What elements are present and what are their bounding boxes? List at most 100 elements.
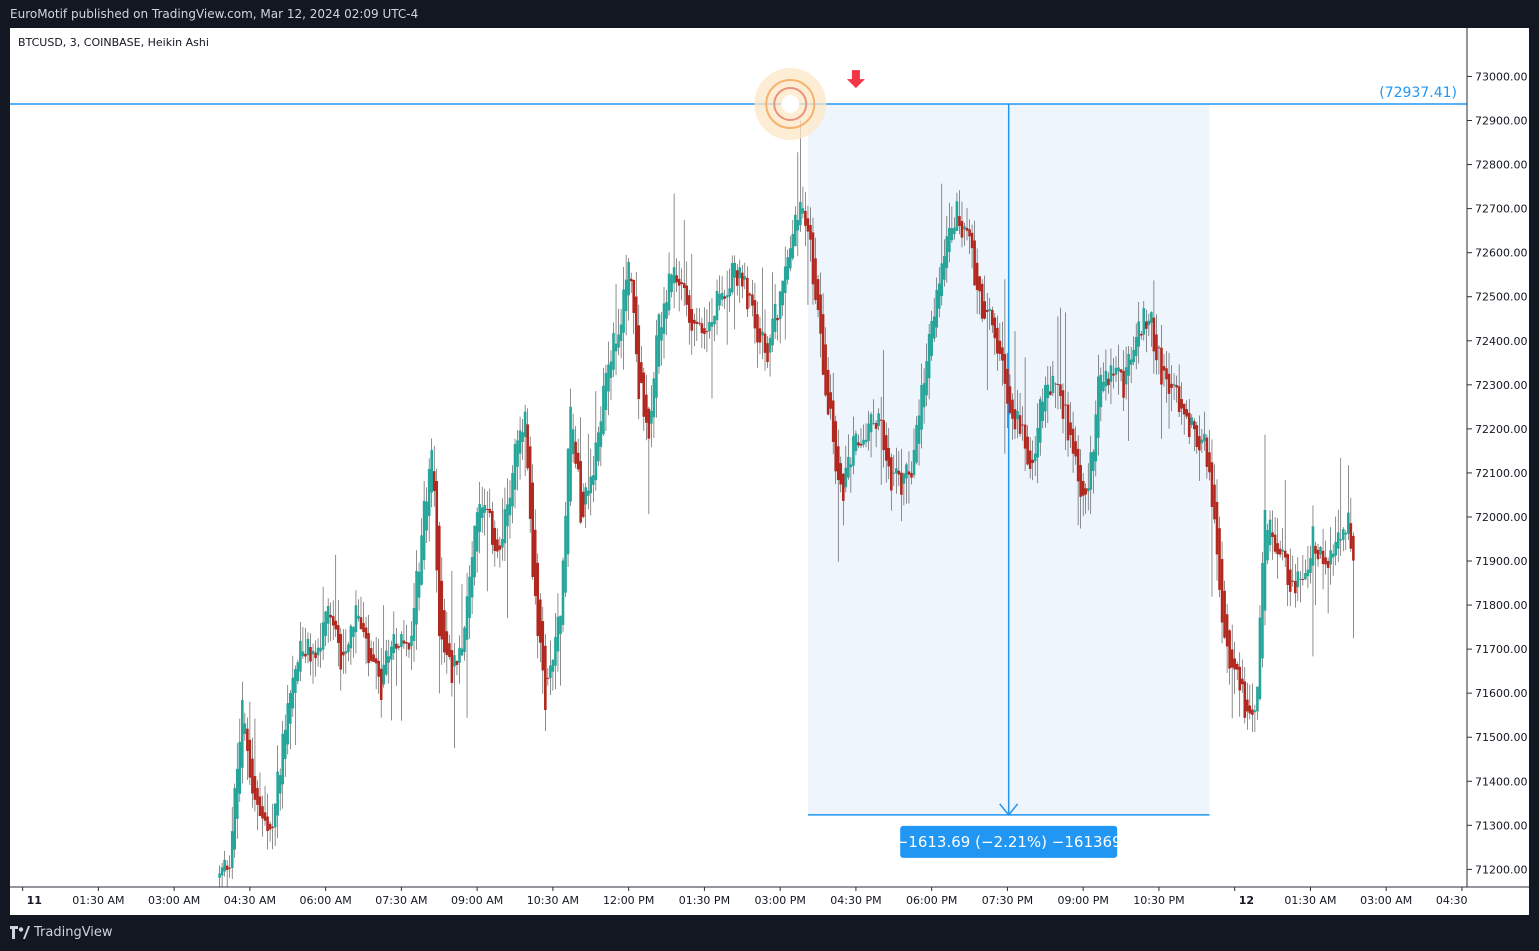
candle-body [1026,436,1029,465]
candle-body [516,440,519,467]
candle-body [884,435,888,461]
time-tick-label: 03:00 AM [1360,894,1412,907]
candle-body [920,384,923,430]
candle-body [407,642,411,650]
candle-body [432,471,436,491]
candle-body [288,693,292,724]
candle-body [945,236,949,268]
candle-body [263,812,267,821]
candle-body [427,469,431,517]
candle-body [1349,523,1353,549]
candle-body [1001,347,1004,361]
candle-body [574,441,577,464]
candle-body [397,646,401,648]
candle-body [387,656,391,663]
candle-body [844,467,848,488]
candle-body [273,803,277,828]
candle-body [955,201,959,231]
candle-body [887,447,891,467]
candle-body [1016,411,1019,420]
candle-body [940,263,944,297]
candle-body [1074,441,1077,457]
candle-body [1281,549,1284,552]
candle-body [864,439,868,443]
candle-body [968,229,971,237]
candle-body [415,570,418,625]
candle-body [680,282,683,284]
candle-body [445,631,449,656]
candle-body [1182,403,1186,415]
candle-body [513,443,517,490]
candle-body [1160,347,1163,385]
candle-body [685,285,689,305]
candle-body [1003,353,1007,384]
candle-body [1334,541,1337,556]
candle-body [1203,433,1206,442]
candle-body [412,607,416,641]
candle-body [857,442,860,446]
price-chart[interactable]: (72937.41) −1613.69 (−2.21%) −161369 BTCUS… [10,28,1529,915]
candle-body [602,385,605,435]
candle-body [1127,353,1130,376]
candle-body [523,411,527,438]
candle-body [988,308,992,311]
time-tick-label: 06:00 PM [906,894,957,907]
candle-body [233,788,237,850]
candle-body [814,258,817,300]
candle-body [347,644,350,653]
candle-body [1051,375,1055,394]
candle-body [458,647,461,663]
publish-info: EuroMotif published on TradingView.com, … [10,7,419,21]
candle-body [690,309,694,331]
candle-body [362,623,365,633]
candle-body [1008,386,1012,413]
candle-body [271,826,274,829]
candle-body [978,276,981,292]
candle-body [751,294,754,306]
candle-body [950,228,954,240]
candle-body [632,279,636,313]
candle-body [1076,448,1080,482]
candle-body [705,331,709,333]
candle-body [1316,549,1320,560]
price-tick-label: 72500.00 [1475,291,1528,304]
candle-body [794,214,797,247]
candle-body [316,647,320,656]
candle-body [847,456,850,478]
candle-body [917,415,921,444]
candle-body [483,504,487,513]
candle-body [425,501,428,531]
candle-body [1170,383,1173,388]
candle-body [993,317,997,339]
candle-body [922,383,926,408]
candle-body [566,448,570,555]
candle-body [339,634,343,670]
candle-body [1238,666,1242,691]
candle-body [531,482,535,577]
candle-body [584,487,588,505]
candle-body [526,424,529,469]
candle-body [1192,421,1196,430]
candle-body [1347,512,1350,534]
price-tick-label: 72100.00 [1475,467,1528,480]
candle-body [266,816,269,832]
candle-body [942,256,946,280]
candle-body [294,669,297,694]
candle-body [622,289,625,333]
candle-body [1084,488,1088,495]
candle-body [1177,386,1181,412]
footer-bar [0,915,1539,951]
candle-body [367,633,370,664]
candle-body [1215,501,1219,555]
candle-body [809,224,812,240]
candle-body [1251,709,1254,715]
time-tick-label: 12 [1239,894,1254,907]
candle-body [490,510,494,545]
candle-body [781,280,784,306]
candle-body [460,648,464,656]
candle-body [417,571,421,598]
candle-body [1165,368,1168,380]
candle-body [1228,630,1231,669]
candle-body [306,638,310,656]
price-tick-label: 72400.00 [1475,335,1528,348]
